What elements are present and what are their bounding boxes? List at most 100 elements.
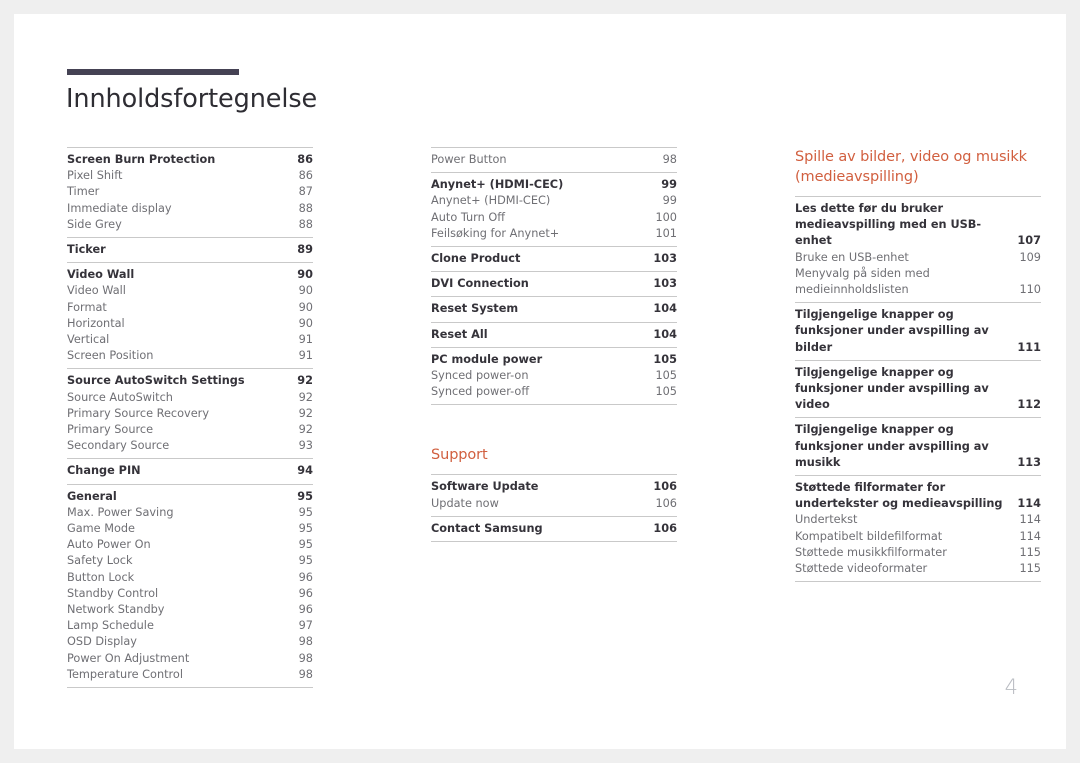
toc-entry[interactable]: Les dette før du bruker medieavspilling … xyxy=(795,201,1041,250)
toc-columns: Screen Burn Protection 86 Pixel Shift 86 Tim… xyxy=(67,147,1042,689)
toc-entry[interactable]: Source AutoSwitch Settings 92 xyxy=(67,373,313,389)
toc-entry[interactable]: Anynet+ (HDMI-CEC) 99 xyxy=(431,177,677,193)
toc-entry-page-number: 106 xyxy=(653,480,677,494)
toc-entry-label: Tilgjengelige knapper og funksjoner unde… xyxy=(795,365,989,412)
toc-entry[interactable]: Power On Adjustment 98 xyxy=(67,651,313,667)
toc-entry-page-number: 103 xyxy=(653,252,677,266)
toc-entry[interactable]: Synced power-off 105 xyxy=(431,384,677,400)
toc-entry[interactable]: Kompatibelt bildefilformat 114 xyxy=(795,529,1041,545)
toc-entry[interactable]: Side Grey 88 xyxy=(67,217,313,233)
toc-entry[interactable]: Ticker 89 xyxy=(67,242,313,258)
toc-entry-page-number: 100 xyxy=(655,210,677,224)
toc-entry[interactable]: Safety Lock 95 xyxy=(67,553,313,569)
toc-entry[interactable]: General 95 xyxy=(67,489,313,505)
toc-entry[interactable]: Auto Turn Off 100 xyxy=(431,210,677,226)
toc-entry[interactable]: Reset System 104 xyxy=(431,301,677,317)
toc-entry[interactable]: Video Wall 90 xyxy=(67,283,313,299)
toc-entry-page-number: 92 xyxy=(298,390,313,404)
toc-entry-page-number: 86 xyxy=(298,169,313,183)
section-heading: Spille av bilder, video og musikk (medie… xyxy=(795,149,1027,185)
toc-entry-label: Kompatibelt bildefilformat xyxy=(795,529,943,543)
toc-entry[interactable]: Button Lock 96 xyxy=(67,570,313,586)
toc-entry-label: Primary Source Recovery xyxy=(67,406,210,420)
toc-entry[interactable]: Pixel Shift 86 xyxy=(67,168,313,184)
toc-entry-page-number: 111 xyxy=(1017,340,1041,354)
toc-group: Tilgjengelige knapper og funksjoner unde… xyxy=(795,417,1041,475)
toc-entry[interactable]: Format 90 xyxy=(67,300,313,316)
toc-entry[interactable]: OSD Display 98 xyxy=(67,634,313,650)
toc-entry-page-number: 92 xyxy=(298,423,313,437)
toc-group: Screen Burn Protection 86 Pixel Shift 86 Tim… xyxy=(67,147,313,237)
toc-entry-page-number: 95 xyxy=(298,505,313,519)
toc-entry[interactable]: Anynet+ (HDMI-CEC) 99 xyxy=(431,193,677,209)
toc-entry-label: Network Standby xyxy=(67,603,165,617)
toc-entry[interactable]: Temperature Control 98 xyxy=(67,667,313,683)
toc-entry-page-number: 91 xyxy=(298,333,313,347)
toc-entry[interactable]: Menyvalg på siden med medieinnholdsliste… xyxy=(795,266,1041,298)
toc-group: Anynet+ (HDMI-CEC) 99 Anynet+ (HDMI-CEC) 99… xyxy=(431,172,677,246)
toc-entry[interactable]: PC module power 105 xyxy=(431,352,677,368)
toc-group: Reset All 104 xyxy=(431,321,677,347)
toc-entry-label: Change PIN xyxy=(67,464,141,478)
toc-entry[interactable]: Game Mode 95 xyxy=(67,521,313,537)
toc-entry-label: General xyxy=(67,489,117,503)
toc-entry-label: Side Grey xyxy=(67,217,122,231)
toc-entry-label: Bruke en USB-enhet xyxy=(795,250,909,264)
toc-entry[interactable]: Støttede filformater for undertekster og… xyxy=(795,480,1041,512)
title-rule-decoration xyxy=(67,69,239,75)
toc-entry-label: Les dette før du bruker medieavspilling … xyxy=(795,202,982,248)
toc-entry[interactable]: Reset All 104 xyxy=(431,327,677,343)
toc-entry-label: Game Mode xyxy=(67,522,136,536)
toc-entry[interactable]: Horizontal 90 xyxy=(67,316,313,332)
toc-group: Video Wall 90 Video Wall 90 Format 90 Horizont… xyxy=(67,262,313,368)
toc-entry[interactable]: Synced power-on 105 xyxy=(431,368,677,384)
toc-entry[interactable]: Lamp Schedule 97 xyxy=(67,618,313,634)
toc-entry[interactable]: Undertekst 114 xyxy=(795,512,1041,528)
toc-entry[interactable]: Secondary Source 93 xyxy=(67,438,313,454)
page-number: 4 xyxy=(1004,675,1018,699)
toc-entry[interactable]: Støttede videoformater 115 xyxy=(795,561,1041,577)
toc-entry[interactable]: Auto Power On 95 xyxy=(67,537,313,553)
toc-group: Les dette før du bruker medieavspilling … xyxy=(795,196,1041,302)
toc-group: Ticker 89 xyxy=(67,237,313,262)
toc-entry[interactable]: Støttede musikkfilformater 115 xyxy=(795,545,1041,561)
toc-entry-page-number: 105 xyxy=(655,385,677,399)
toc-entry[interactable]: Software Update 106 xyxy=(431,479,677,495)
toc-entry[interactable]: Max. Power Saving 95 xyxy=(67,505,313,521)
toc-entry[interactable]: Video Wall 90 xyxy=(67,267,313,283)
toc-entry[interactable]: Primary Source 92 xyxy=(67,422,313,438)
toc-entry-label: Source AutoSwitch xyxy=(67,390,173,404)
toc-entry-page-number: 90 xyxy=(297,268,313,282)
toc-entry[interactable]: Primary Source Recovery 92 xyxy=(67,406,313,422)
toc-entry-page-number: 86 xyxy=(297,153,313,166)
toc-entry[interactable]: Tilgjengelige knapper og funksjoner unde… xyxy=(795,422,1041,471)
toc-entry[interactable]: Tilgjengelige knapper og funksjoner unde… xyxy=(795,365,1041,414)
toc-entry[interactable]: Network Standby 96 xyxy=(67,602,313,618)
section-heading: Support xyxy=(431,447,488,464)
toc-entry-label: Reset All xyxy=(431,327,488,341)
toc-entry[interactable]: Feilsøking for Anynet+ 101 xyxy=(431,226,677,242)
toc-entry[interactable]: Clone Product 103 xyxy=(431,251,677,267)
toc-entry[interactable]: Screen Position 91 xyxy=(67,348,313,364)
toc-entry[interactable]: Vertical 91 xyxy=(67,332,313,348)
toc-entry-label: Auto Power On xyxy=(67,538,151,552)
toc-entry[interactable]: Bruke en USB-enhet 109 xyxy=(795,250,1041,266)
toc-entry[interactable]: Contact Samsung 106 xyxy=(431,521,677,537)
toc-entry-page-number: 94 xyxy=(297,464,313,478)
toc-entry-label: Clone Product xyxy=(431,252,521,266)
toc-entry-page-number: 97 xyxy=(298,619,313,633)
toc-entry-page-number: 96 xyxy=(298,603,313,617)
toc-entry[interactable]: Power Button 98 xyxy=(431,152,677,168)
toc-entry[interactable]: Standby Control 96 xyxy=(67,586,313,602)
toc-entry[interactable]: Timer 87 xyxy=(67,184,313,200)
toc-entry[interactable]: Tilgjengelige knapper og funksjoner unde… xyxy=(795,307,1041,356)
toc-entry[interactable]: Change PIN 94 xyxy=(67,463,313,479)
toc-entry[interactable]: Source AutoSwitch 92 xyxy=(67,390,313,406)
toc-entry[interactable]: Update now 106 xyxy=(431,496,677,512)
toc-entry[interactable]: Immediate display 88 xyxy=(67,201,313,217)
document-page: Innholdsfortegnelse Screen Burn Protecti… xyxy=(14,14,1066,749)
toc-entry-label: Power Button xyxy=(431,153,507,166)
toc-entry[interactable]: DVI Connection 103 xyxy=(431,276,677,292)
toc-entry[interactable]: Screen Burn Protection 86 xyxy=(67,152,313,168)
toc-entry-label: Safety Lock xyxy=(67,554,133,568)
